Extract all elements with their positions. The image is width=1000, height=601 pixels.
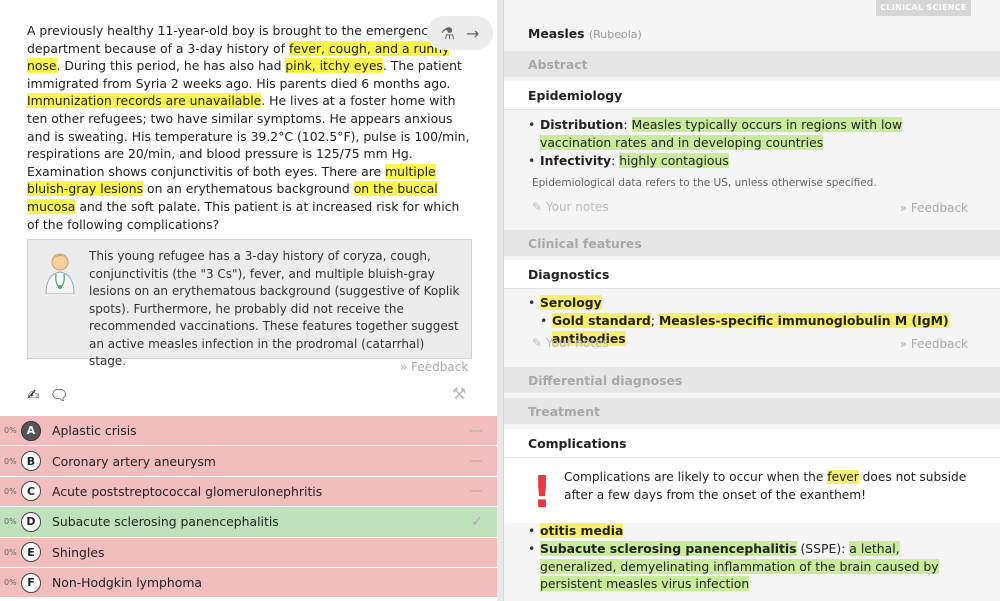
- answer-letter: F: [21, 572, 41, 593]
- warning-text: Complications are likely to occur when t…: [564, 470, 967, 502]
- article-title: Measles (Rubeola): [528, 26, 642, 41]
- feedback-link[interactable]: » Feedback: [400, 360, 468, 374]
- comment-icon[interactable]: 🗨: [50, 386, 69, 404]
- arrow-right-icon: →: [466, 23, 480, 43]
- answer-percentage: 0%: [4, 456, 17, 466]
- exclamation-icon: !: [532, 467, 553, 518]
- answer-text: Subacute sclerosing panencephalitis: [52, 514, 279, 530]
- your-notes-button[interactable]: ✎ Your notes: [532, 200, 609, 214]
- answer-option-e[interactable]: 0% E Shingles: [0, 537, 497, 568]
- section-complications[interactable]: Complications: [504, 429, 1000, 458]
- answer-text: Coronary artery aneurysm: [52, 453, 216, 469]
- feedback-link[interactable]: » Feedback: [900, 201, 968, 215]
- complications-content: otitis media Subacute sclerosing panence…: [528, 522, 968, 593]
- doctor-avatar-icon: [45, 253, 75, 294]
- strike-icon: —: [469, 453, 483, 470]
- explanation-text: This young refugee has a 3-day history o…: [89, 249, 460, 368]
- answer-letter: B: [21, 451, 41, 472]
- question-text: . During this period, he has also had: [56, 58, 286, 74]
- section-clinical-features[interactable]: Clinical features: [504, 230, 1000, 256]
- strike-icon: —: [469, 483, 483, 500]
- list-item: Distribution: Measles typically occurs i…: [528, 116, 968, 152]
- question-text: on an erythematous background: [143, 181, 354, 197]
- strike-icon: —: [469, 422, 483, 439]
- answer-option-a[interactable]: 0% A Aplastic crisis —: [0, 416, 497, 447]
- highlighter-icon[interactable]: ✍: [27, 386, 40, 404]
- section-differential-diagnoses[interactable]: Differential diagnoses: [504, 367, 1000, 393]
- answer-percentage: 0%: [4, 486, 17, 496]
- answer-option-c[interactable]: 0% C Acute poststreptococcal glomeruloneph…: [0, 476, 497, 508]
- answer-text: Shingles: [52, 544, 105, 560]
- answer-percentage: 0%: [4, 578, 17, 588]
- article-title-main: Measles: [528, 26, 585, 41]
- answer-option-f[interactable]: 0% F Non-Hodgkin lymphoma: [0, 567, 497, 599]
- answer-letter: A: [21, 420, 41, 441]
- highlighted-text: pink, itchy eyes: [285, 58, 383, 74]
- answer-letter: C: [21, 481, 41, 502]
- your-notes-button[interactable]: ✎ Your notes: [532, 336, 609, 350]
- checkmark-icon: ✓: [471, 513, 483, 530]
- answer-text: Aplastic crisis: [52, 423, 137, 439]
- toolbar: ✍ 🗨: [27, 386, 69, 404]
- section-treatment[interactable]: Treatment: [504, 398, 1000, 424]
- answer-percentage: 0%: [4, 547, 17, 557]
- question-text: and the soft palate. This patient is at …: [27, 198, 460, 232]
- answer-percentage: 0%: [4, 426, 17, 436]
- list-item: Serology: [528, 294, 968, 312]
- answer-option-d[interactable]: 0% D Subacute sclerosing panencephalitis ✓: [0, 507, 497, 538]
- pin-icon[interactable]: ⚒: [452, 384, 466, 403]
- article-pane: CLINICAL SCIENCE Measles (Rubeola) Abstr…: [504, 0, 1000, 601]
- flask-icon: ⚗: [440, 23, 455, 43]
- list-item: Infectivity: highly contagious: [528, 152, 968, 170]
- answer-text: Acute poststreptococcal glomerulonephrit…: [52, 483, 323, 499]
- answer-letter: D: [21, 511, 41, 532]
- warning-box: ! Complications are likely to occur when…: [504, 459, 1000, 523]
- section-diagnostics[interactable]: Diagnostics: [504, 260, 1000, 289]
- answer-option-b[interactable]: 0% B Coronary artery aneurysm —: [0, 446, 497, 477]
- answer-letter: E: [21, 542, 41, 563]
- section-abstract[interactable]: Abstract: [504, 51, 1000, 77]
- article-title-sub: (Rubeola): [588, 28, 642, 41]
- section-epidemiology[interactable]: Epidemiology: [504, 81, 1000, 110]
- list-item: Subacute sclerosing panencephalitis (SSP…: [528, 540, 968, 593]
- highlighted-text: Immunization records are unavailable: [27, 93, 262, 109]
- category-tag: CLINICAL SCIENCE: [876, 0, 971, 16]
- answer-list: 0% A Aplastic crisis — 0% B Coronary artery an…: [0, 416, 497, 599]
- question-pane: A previously healthy 11-year-old boy is …: [0, 0, 497, 601]
- answer-text: Non-Hodgkin lymphoma: [52, 575, 203, 591]
- question-stem: A previously healthy 11-year-old boy is …: [27, 22, 472, 233]
- explanation-box: This young refugee has a 3-day history o…: [27, 239, 472, 368]
- answer-percentage: 0%: [4, 517, 17, 527]
- epidemiology-note: Epidemiological data refers to the US, u…: [532, 177, 877, 189]
- lab-values-button[interactable]: ⚗ →: [427, 16, 493, 50]
- epidemiology-content: Distribution: Measles typically occurs i…: [528, 116, 968, 169]
- list-item: otitis media: [528, 522, 968, 540]
- feedback-link[interactable]: » Feedback: [900, 337, 968, 351]
